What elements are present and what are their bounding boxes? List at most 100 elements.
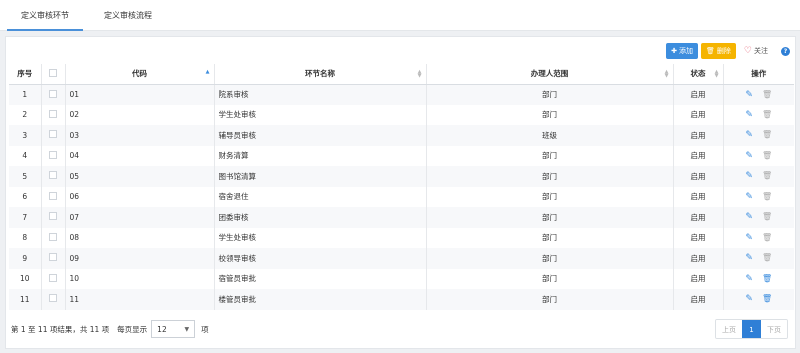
row-checkbox[interactable] bbox=[49, 232, 57, 241]
next-page-button[interactable]: 下页 bbox=[761, 320, 787, 338]
cell-name: 辅导员审核 bbox=[214, 125, 427, 146]
delete-icon[interactable]: 🗑 bbox=[762, 151, 772, 160]
edit-icon[interactable]: ✎ bbox=[745, 274, 753, 284]
cell-index: 2 bbox=[9, 104, 42, 125]
cell-name: 学生处审核 bbox=[214, 104, 427, 125]
cell-index: 8 bbox=[9, 227, 42, 248]
table-row[interactable]: 5 05 图书馆清算 部门 启用 ✎ 🗑 bbox=[9, 166, 794, 187]
table-row[interactable]: 7 07 团委审核 部门 启用 ✎ 🗑 bbox=[9, 207, 794, 228]
delete-icon[interactable]: 🗑 bbox=[762, 233, 772, 242]
cell-index: 9 bbox=[9, 248, 42, 269]
edit-icon[interactable]: ✎ bbox=[745, 90, 753, 100]
page-size-value: 12 bbox=[157, 324, 167, 334]
row-checkbox[interactable] bbox=[49, 294, 57, 303]
cell-status: 启用 bbox=[673, 248, 724, 269]
delete-icon[interactable]: 🗑 bbox=[762, 274, 772, 283]
cell-scope: 部门 bbox=[426, 84, 674, 105]
table-header-row: 序号 代码 ▲ 环节名称 ▲ ▼ 办理人范围 ▲ ▼ 状态 ▲ ▼ 操作 bbox=[9, 64, 794, 85]
sort-icon: ▲ ▼ bbox=[417, 69, 422, 79]
cell-select bbox=[41, 207, 66, 228]
delete-icon[interactable]: 🗑 bbox=[762, 171, 772, 180]
cell-status: 启用 bbox=[673, 268, 724, 289]
cell-scope: 部门 bbox=[426, 268, 674, 289]
edit-icon[interactable]: ✎ bbox=[745, 110, 753, 120]
help-icon[interactable]: ? bbox=[781, 46, 790, 56]
row-checkbox[interactable] bbox=[49, 191, 57, 200]
cell-status: 启用 bbox=[673, 125, 724, 146]
cell-index: 1 bbox=[9, 84, 42, 105]
tab-define-audit-step[interactable]: 定义审核环节 bbox=[7, 0, 83, 31]
header-code[interactable]: 代码 ▲ bbox=[65, 64, 215, 85]
table-row[interactable]: 10 10 宿管员审批 部门 启用 ✎ 🗑 bbox=[9, 268, 794, 290]
cell-code: 09 bbox=[65, 248, 215, 269]
delete-button-label: 删除 bbox=[716, 47, 731, 55]
row-checkbox[interactable] bbox=[49, 253, 57, 262]
prev-page-button[interactable]: 上页 bbox=[716, 320, 742, 338]
header-scope[interactable]: 办理人范围 ▲ ▼ bbox=[426, 64, 674, 85]
delete-icon[interactable]: 🗑 bbox=[762, 110, 772, 119]
header-status[interactable]: 状态 ▲ ▼ bbox=[673, 64, 724, 85]
row-checkbox[interactable] bbox=[49, 150, 57, 159]
cell-select bbox=[41, 145, 66, 166]
cell-scope: 部门 bbox=[426, 227, 674, 248]
cell-select bbox=[41, 268, 66, 289]
main-panel: ✚ 添加 🗑 删除 ♡ 关注 ? 序号 代码 ▲ 环节名称 ▲ ▼ 办理人范围 … bbox=[5, 36, 796, 349]
row-checkbox[interactable] bbox=[49, 89, 57, 98]
row-checkbox[interactable] bbox=[49, 171, 57, 180]
delete-icon[interactable]: 🗑 bbox=[762, 192, 772, 201]
edit-icon[interactable]: ✎ bbox=[745, 151, 753, 161]
delete-icon[interactable]: 🗑 bbox=[762, 253, 772, 262]
cell-name: 宿舍退住 bbox=[214, 186, 427, 207]
table-row[interactable]: 4 04 财务清算 部门 启用 ✎ 🗑 bbox=[9, 145, 794, 167]
cell-actions: ✎ 🗑 bbox=[723, 166, 794, 187]
header-name[interactable]: 环节名称 ▲ ▼ bbox=[214, 64, 427, 85]
table-row[interactable]: 3 03 辅导员审核 班级 启用 ✎ 🗑 bbox=[9, 125, 794, 146]
edit-icon[interactable]: ✎ bbox=[745, 130, 753, 140]
edit-icon[interactable]: ✎ bbox=[745, 233, 753, 243]
table-row[interactable]: 11 11 楼管员审批 部门 启用 ✎ 🗑 bbox=[9, 289, 794, 310]
table-row[interactable]: 6 06 宿舍退住 部门 启用 ✎ 🗑 bbox=[9, 186, 794, 207]
cell-code: 08 bbox=[65, 227, 215, 248]
delete-icon[interactable]: 🗑 bbox=[762, 212, 772, 221]
row-checkbox[interactable] bbox=[49, 212, 57, 221]
edit-icon[interactable]: ✎ bbox=[745, 171, 753, 181]
tab-define-audit-flow[interactable]: 定义审核流程 bbox=[88, 0, 168, 31]
edit-icon[interactable]: ✎ bbox=[745, 212, 753, 222]
cell-select bbox=[41, 84, 66, 105]
table-row[interactable]: 2 02 学生处审核 部门 启用 ✎ 🗑 bbox=[9, 104, 794, 126]
heart-icon: ♡ bbox=[743, 46, 752, 56]
row-checkbox[interactable] bbox=[49, 109, 57, 118]
delete-icon[interactable]: 🗑 bbox=[762, 294, 772, 303]
follow-button[interactable]: ♡ 关注 bbox=[739, 43, 773, 59]
table-row[interactable]: 9 09 校领导审核 部门 启用 ✎ 🗑 bbox=[9, 248, 794, 269]
per-page-label: 每页显示 bbox=[117, 324, 148, 334]
row-checkbox[interactable] bbox=[49, 273, 57, 282]
cell-actions: ✎ 🗑 bbox=[723, 84, 794, 105]
add-button[interactable]: ✚ 添加 bbox=[666, 43, 699, 59]
follow-button-label: 关注 bbox=[754, 47, 768, 55]
cell-name: 校领导审核 bbox=[214, 248, 427, 269]
cell-actions: ✎ 🗑 bbox=[723, 269, 794, 290]
cell-actions: ✎ 🗑 bbox=[723, 228, 794, 249]
cell-index: 3 bbox=[9, 125, 42, 146]
plus-icon: ✚ bbox=[671, 47, 678, 55]
cell-code: 01 bbox=[65, 84, 215, 105]
delete-button[interactable]: 🗑 删除 bbox=[701, 43, 736, 59]
edit-icon[interactable]: ✎ bbox=[745, 253, 753, 263]
cell-select bbox=[41, 125, 66, 146]
table-row[interactable]: 1 01 院系审核 部门 启用 ✎ 🗑 bbox=[9, 84, 794, 105]
delete-icon[interactable]: 🗑 bbox=[762, 130, 772, 139]
cell-index: 10 bbox=[9, 268, 42, 289]
result-summary: 第 1 至 11 项结果，共 11 项 bbox=[11, 324, 110, 334]
header-scope-label: 办理人范围 bbox=[530, 69, 569, 79]
page-1-button[interactable]: 1 bbox=[742, 320, 761, 338]
edit-icon[interactable]: ✎ bbox=[745, 294, 753, 304]
cell-actions: ✎ 🗑 bbox=[723, 105, 794, 126]
select-all-checkbox[interactable] bbox=[49, 68, 57, 77]
table-row[interactable]: 8 08 学生处审核 部门 启用 ✎ 🗑 bbox=[9, 227, 794, 249]
row-checkbox[interactable] bbox=[49, 130, 57, 139]
delete-icon[interactable]: 🗑 bbox=[762, 90, 772, 99]
edit-icon[interactable]: ✎ bbox=[745, 192, 753, 202]
cell-actions: ✎ 🗑 bbox=[723, 146, 794, 167]
page-size-select[interactable]: 12 ▼ bbox=[151, 320, 196, 338]
